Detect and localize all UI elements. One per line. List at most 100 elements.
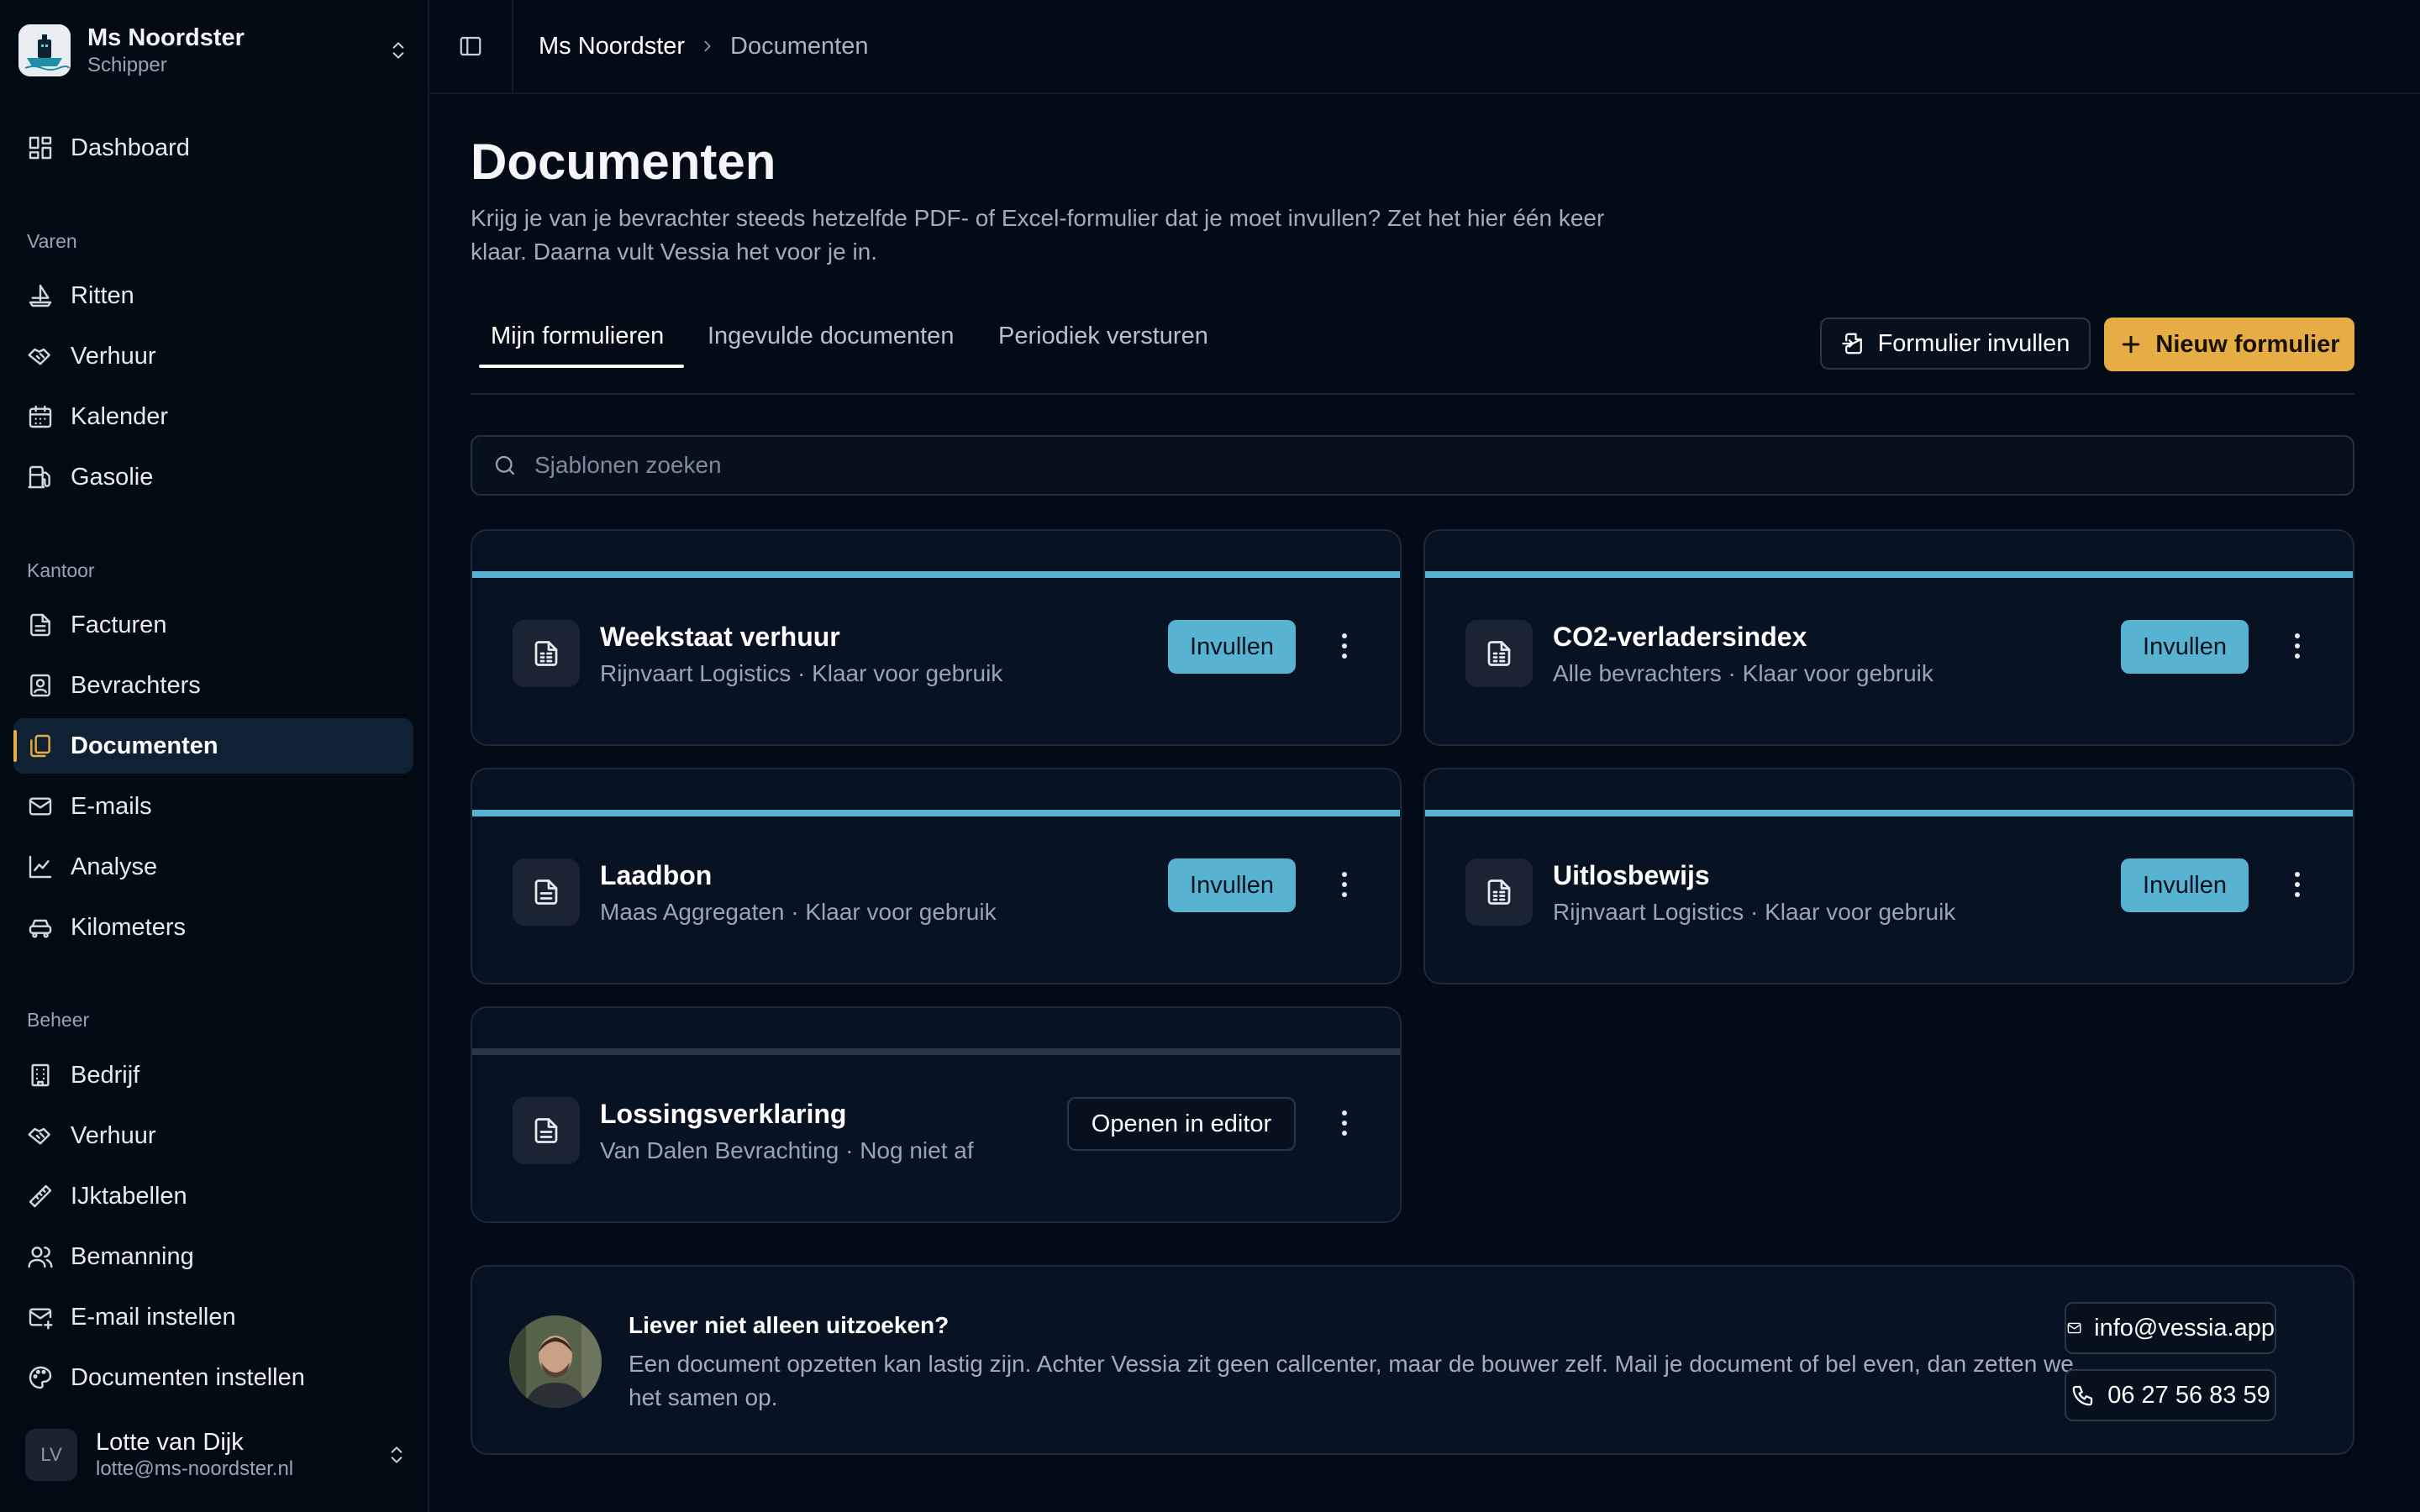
search-input[interactable] (533, 451, 2133, 480)
tab-ingevulde-documenten[interactable]: Ingevulde documenten (708, 323, 954, 350)
more-options-icon[interactable] (1341, 872, 1348, 897)
more-options-icon[interactable] (1341, 1110, 1348, 1136)
new-form-label: Nieuw formulier (2155, 330, 2340, 358)
nav-facturen[interactable]: Facturen (13, 597, 413, 653)
topbar: Ms Noordster Documenten (429, 0, 2420, 94)
documents-icon (30, 734, 50, 758)
nav-verhuur[interactable]: Verhuur (13, 328, 413, 384)
nav-email-instellen-label: E-mail instellen (71, 1303, 236, 1331)
file-import-icon (1841, 333, 1862, 354)
fill-button[interactable]: Invullen (1168, 858, 1296, 912)
template-meta: Rijnvaart Logistics · Klaar voor gebruik (600, 660, 1003, 686)
palette-icon (29, 1366, 52, 1389)
breadcrumb-root[interactable]: Ms Noordster (539, 33, 685, 60)
template-name: Uitlosbewijs (1553, 860, 1710, 890)
help-text: Een document opzetten kan lastig zijn. A… (629, 1351, 2074, 1410)
sidebar-toggle-button[interactable] (429, 0, 513, 92)
calendar-icon (29, 405, 52, 428)
template-name: Laadbon (600, 860, 713, 890)
car-icon (29, 919, 52, 938)
status-bar (1425, 571, 2353, 578)
ship-role: Schipper (87, 54, 167, 76)
nav-gasolie[interactable]: Gasolie (13, 449, 413, 505)
tab-periodiek-versturen[interactable]: Periodiek versturen (998, 323, 1208, 350)
fill-button[interactable]: Invullen (2121, 620, 2249, 674)
more-options-icon[interactable] (2294, 633, 2301, 659)
new-form-button[interactable]: Nieuw formulier (2104, 318, 2354, 371)
nav-verhuur-label: Verhuur (71, 342, 156, 370)
nav-email-instellen[interactable]: E-mail instellen (13, 1289, 413, 1345)
phone-icon (2072, 1385, 2093, 1406)
template-name: CO2-verladersindex (1553, 622, 1807, 652)
page-title: Documenten (471, 134, 776, 190)
users-icon (28, 1247, 53, 1268)
section-beheer: Beheer (27, 1009, 90, 1031)
template-card: Uitlosbewijs Rijnvaart Logistics · Klaar… (1423, 768, 2354, 984)
more-options-icon[interactable] (2294, 872, 2301, 897)
nav-documenten[interactable]: Documenten (13, 718, 413, 774)
user-name: Lotte van Dijk (96, 1429, 244, 1456)
template-meta: Alle bevrachters · Klaar voor gebruik (1553, 660, 1933, 686)
ruler-icon (29, 1184, 52, 1208)
nav-analyse[interactable]: Analyse (13, 839, 413, 895)
open-in-editor-button[interactable]: Openen in editor (1067, 1097, 1296, 1151)
status-bar (472, 810, 1400, 816)
contact-email: info@vessia.app (2094, 1314, 2275, 1341)
nav-kalender-label: Kalender (71, 402, 169, 430)
handshake-icon (28, 1127, 50, 1145)
document-icon (513, 858, 580, 926)
sailboat-icon (29, 284, 52, 307)
nav-bedrijf[interactable]: Bedrijf (13, 1047, 413, 1103)
fill-button[interactable]: Invullen (2121, 858, 2249, 912)
nav-documenten-instellen[interactable]: Documenten instellen (13, 1350, 413, 1405)
chevron-up-down-icon (391, 1446, 402, 1463)
chevron-up-down-icon (392, 42, 404, 59)
nav-ritten-label: Ritten (71, 281, 134, 309)
nav-beheer-verhuur[interactable]: Verhuur (13, 1108, 413, 1163)
nav-dashboard[interactable]: Dashboard (13, 120, 413, 176)
nav-ritten[interactable]: Ritten (13, 268, 413, 323)
tab-mijn-formulieren[interactable]: Mijn formulieren (491, 323, 664, 350)
contact-phone: 06 27 56 83 59 (2107, 1381, 2270, 1409)
spreadsheet-icon (1465, 858, 1533, 926)
fill-form-button[interactable]: Formulier invullen (1820, 318, 2091, 370)
template-name: Weekstaat verhuur (600, 622, 840, 652)
phone-contact-button[interactable]: 06 27 56 83 59 (2065, 1369, 2276, 1421)
nav-bedrijf-label: Bedrijf (71, 1061, 140, 1089)
ship-name: Ms Noordster (87, 24, 245, 51)
user-menu[interactable]: LV Lotte van Dijk lotte@ms-noordster.nl (25, 1428, 408, 1482)
ship-switcher[interactable]: Ms Noordster Schipper (18, 23, 409, 78)
nav-gasolie-label: Gasolie (71, 463, 154, 491)
template-meta: Maas Aggregaten · Klaar voor gebruik (600, 899, 997, 925)
ship-logo (18, 24, 71, 76)
fill-button[interactable]: Invullen (1168, 620, 1296, 674)
nav-kilometers[interactable]: Kilometers (13, 900, 413, 955)
nav-bevrachters-label: Bevrachters (71, 671, 201, 699)
more-options-icon[interactable] (1341, 633, 1348, 659)
invoice-icon (30, 613, 50, 637)
sidebar-panel-icon (460, 36, 481, 56)
handshake-icon (28, 348, 50, 365)
help-panel: Liever niet alleen uitzoeken? Een docume… (471, 1265, 2354, 1455)
nav-documenten-label: Documenten (71, 732, 218, 759)
nav-kalender[interactable]: Kalender (13, 389, 413, 444)
founder-avatar (509, 1315, 602, 1408)
nav-bemanning[interactable]: Bemanning (13, 1229, 413, 1284)
line-chart-icon (29, 855, 52, 879)
mail-icon (2067, 1322, 2081, 1334)
breadcrumb-current: Documenten (730, 32, 869, 60)
user-email: lotte@ms-noordster.nl (96, 1457, 294, 1480)
help-title: Liever niet alleen uitzoeken? (629, 1312, 950, 1338)
sidebar: Ms Noordster Schipper Dashboard Varen Ri… (0, 0, 429, 1512)
nav-facturen-label: Facturen (71, 611, 167, 638)
email-contact-button[interactable]: info@vessia.app (2065, 1302, 2276, 1354)
nav-dashboard-label: Dashboard (71, 134, 190, 161)
plus-icon (2123, 335, 2140, 354)
nav-bemanning-label: Bemanning (71, 1242, 194, 1270)
nav-bevrachters[interactable]: Bevrachters (13, 658, 413, 713)
breadcrumb: Ms Noordster Documenten (539, 0, 868, 92)
section-kantoor: Kantoor (27, 559, 95, 581)
nav-emails[interactable]: E-mails (13, 779, 413, 834)
fuel-icon (28, 465, 50, 489)
nav-ijktabellen[interactable]: IJktabellen (13, 1168, 413, 1224)
